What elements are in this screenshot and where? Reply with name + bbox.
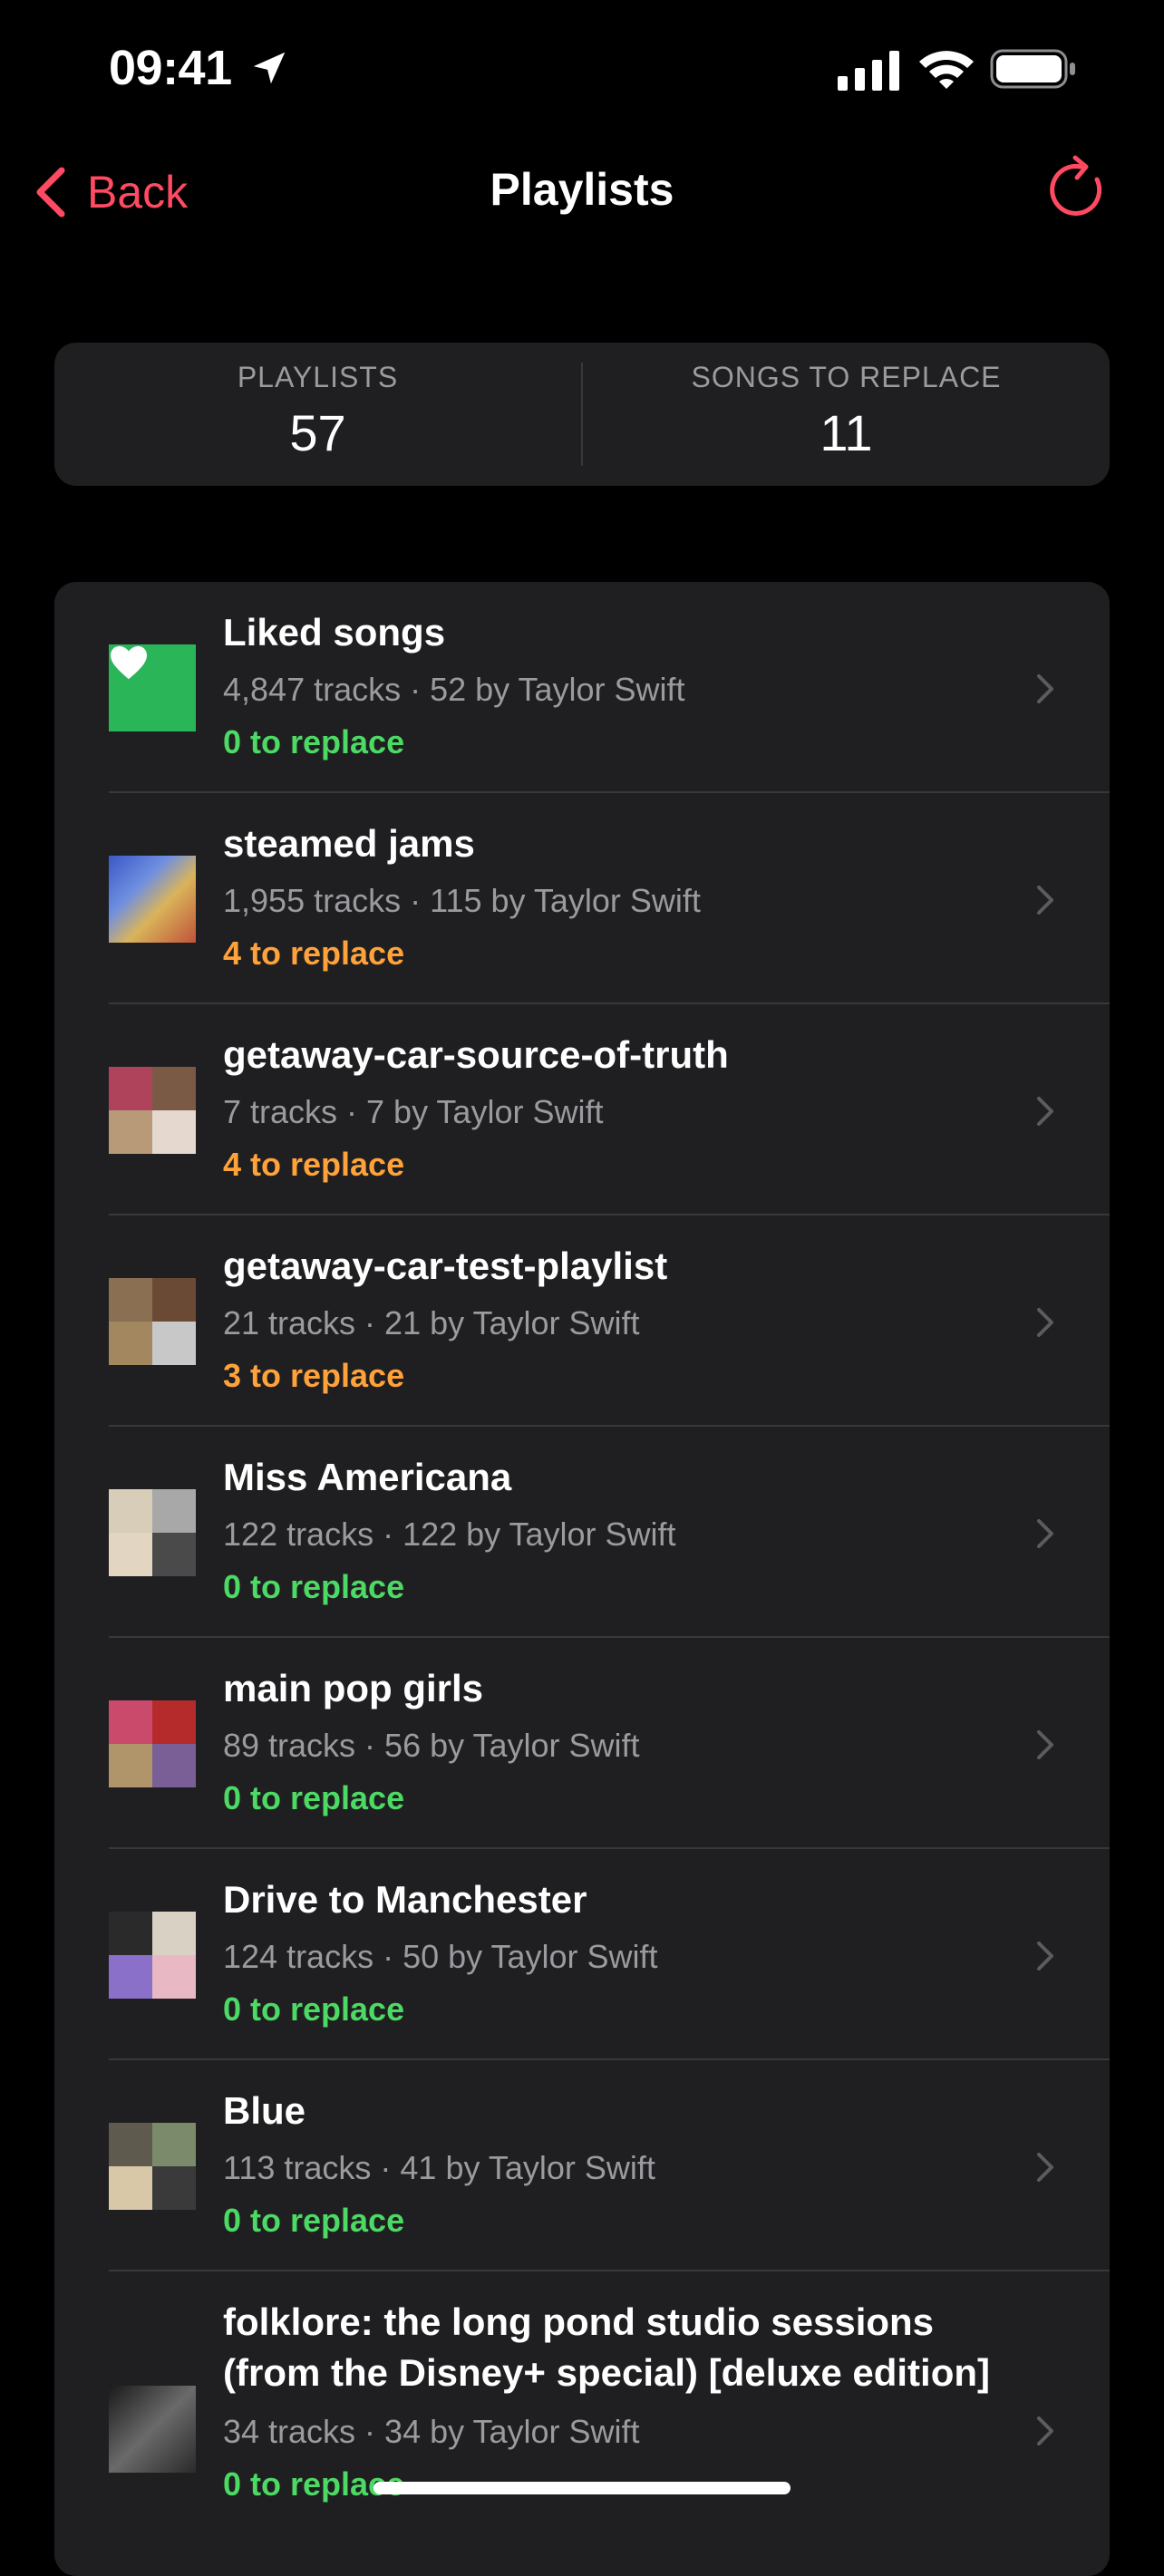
playlist-row[interactable]: Blue 113 tracks · 41 by Taylor Swift 0 t… (54, 2060, 1110, 2271)
chevron-left-icon (36, 167, 65, 218)
playlist-list: Liked songs 4,847 tracks · 52 by Taylor … (54, 582, 1110, 2576)
playlist-track-count: 113 tracks · 41 by Taylor Swift (223, 2149, 655, 2186)
heart-icon (111, 645, 147, 680)
playlist-title: folklore: the long pond studio sessions (223, 2300, 935, 2343)
replace-count: 0 to replace (223, 1779, 405, 1816)
songs-to-replace-count: 11 (820, 404, 873, 461)
playlist-title: Liked songs (223, 611, 446, 654)
playlist-row[interactable]: getaway-car-test-playlist 21 tracks · 21… (54, 1215, 1110, 1427)
replace-count: 0 to replace (223, 723, 405, 760)
playlist-title: Drive to Manchester (223, 1878, 587, 1921)
replace-count: 0 to replace (223, 1990, 405, 2028)
playlist-track-count: 4,847 tracks · 52 by Taylor Swift (223, 671, 685, 708)
playlist-title: steamed jams (223, 822, 475, 865)
status-bar: 09:41 (0, 0, 1164, 136)
playlist-title: main pop girls (223, 1667, 484, 1709)
back-button[interactable]: Back (33, 160, 188, 225)
playlist-artwork (109, 1700, 196, 1787)
replace-count: 4 to replace (223, 935, 405, 972)
playlist-row[interactable]: folklore: the long pond studio sessions … (54, 2271, 1110, 2576)
playlist-track-count: 122 tracks · 122 by Taylor Swift (223, 1516, 676, 1553)
playlist-artwork (109, 1067, 196, 1154)
wifi-icon (919, 51, 974, 89)
songs-to-replace-label: SONGS TO REPLACE (691, 361, 1002, 393)
playlists-count: 57 (289, 404, 346, 461)
chevron-right-icon (1037, 1519, 1053, 1548)
playlist-row[interactable]: steamed jams 1,955 tracks · 115 by Taylo… (54, 793, 1110, 1004)
home-indicator (373, 2482, 791, 2494)
songs-to-replace-stat: SONGS TO REPLACE 11 (583, 343, 1110, 486)
playlist-row[interactable]: getaway-car-source-of-truth 7 tracks · 7… (54, 1004, 1110, 1215)
playlist-artwork (109, 1278, 196, 1365)
chevron-right-icon (1037, 1942, 1053, 1971)
playlist-track-count: 1,955 tracks · 115 by Taylor Swift (223, 882, 701, 919)
playlist-track-count: 21 tracks · 21 by Taylor Swift (223, 1304, 640, 1341)
liked-songs-artwork (109, 644, 196, 731)
status-time: 09:41 (109, 41, 232, 95)
playlist-title: Blue (223, 2089, 306, 2132)
playlist-track-count: 124 tracks · 50 by Taylor Swift (223, 1938, 658, 1975)
battery-icon (990, 49, 1075, 89)
chevron-right-icon (1037, 1097, 1053, 1126)
playlist-artwork (109, 2123, 196, 2210)
refresh-icon[interactable] (1044, 154, 1117, 227)
playlist-track-count: 34 tracks · 34 by Taylor Swift (223, 2413, 640, 2450)
playlist-title: getaway-car-test-playlist (223, 1244, 668, 1287)
playlist-row[interactable]: main pop girls 89 tracks · 56 by Taylor … (54, 1638, 1110, 1849)
chevron-right-icon (1037, 1730, 1053, 1759)
replace-count: 4 to replace (223, 1146, 405, 1183)
playlists-stat-label: PLAYLISTS (237, 361, 399, 393)
chevron-right-icon (1037, 886, 1053, 915)
navigation-bar: Back Playlists (0, 145, 1164, 236)
playlist-track-count: 89 tracks · 56 by Taylor Swift (223, 1727, 640, 1764)
chevron-right-icon (1037, 2153, 1053, 2182)
playlist-title: getaway-car-source-of-truth (223, 1033, 729, 1076)
playlist-artwork (109, 2386, 196, 2473)
back-label: Back (87, 167, 189, 218)
playlist-artwork (109, 1489, 196, 1576)
chevron-right-icon (1037, 2416, 1053, 2445)
location-arrow-icon (253, 52, 286, 84)
chevron-right-icon (1037, 674, 1053, 703)
playlist-row[interactable]: Drive to Manchester 124 tracks · 50 by T… (54, 1849, 1110, 2060)
playlist-title: Miss Americana (223, 1456, 512, 1498)
playlist-row[interactable]: Liked songs 4,847 tracks · 52 by Taylor … (54, 582, 1110, 793)
playlist-row[interactable]: Miss Americana 122 tracks · 122 by Taylo… (54, 1427, 1110, 1638)
replace-count: 0 to replace (223, 2202, 405, 2239)
stats-summary: PLAYLISTS 57 SONGS TO REPLACE 11 (54, 343, 1110, 486)
replace-count: 0 to replace (223, 1568, 405, 1605)
playlist-artwork (109, 1912, 196, 1999)
replace-count: 3 to replace (223, 1357, 405, 1394)
cellular-signal-icon (838, 51, 899, 91)
chevron-right-icon (1037, 1308, 1053, 1337)
playlists-stat: PLAYLISTS 57 (54, 343, 581, 486)
playlist-artwork (109, 856, 196, 943)
playlist-track-count: 7 tracks · 7 by Taylor Swift (223, 1093, 604, 1130)
playlist-title-line2: (from the Disney+ special) [deluxe editi… (223, 2351, 991, 2394)
